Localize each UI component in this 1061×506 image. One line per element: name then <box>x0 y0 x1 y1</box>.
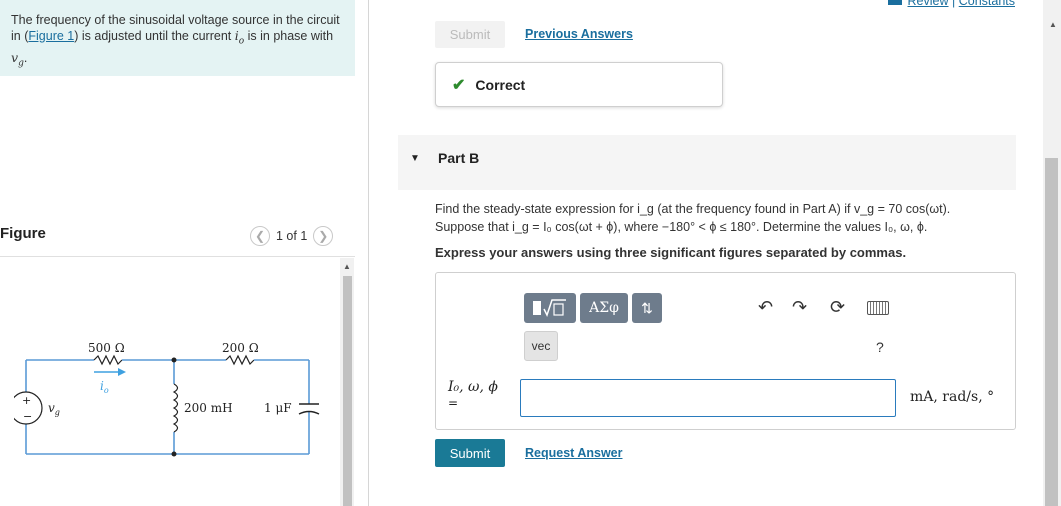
question-line-2: Suppose that i_g = I₀ cos(ωt + ϕ), where… <box>435 220 928 234</box>
source-label: vg <box>48 401 60 417</box>
inductor-label: 200 mH <box>184 401 233 415</box>
greek-symbols-button[interactable]: ΑΣφ <box>580 293 628 323</box>
capacitor-label: 1 μF <box>264 401 292 415</box>
part-b-title: Part B <box>438 150 480 166</box>
figure-scroll-thumb[interactable] <box>343 276 352 506</box>
column-divider <box>368 0 369 506</box>
correct-feedback: ✔ Correct <box>435 62 723 107</box>
scroll-up-arrow-icon[interactable]: ▲ <box>343 262 351 271</box>
r1-label: 500 Ω <box>88 341 125 355</box>
source-variable: vg <box>11 49 24 69</box>
left-column: The frequency of the sinusoidal voltage … <box>0 0 368 506</box>
figure-pager: ❮ 1 of 1 ❯ <box>250 226 334 246</box>
page-scrollbar[interactable]: ▲ <box>1043 0 1061 506</box>
collapse-caret-icon[interactable]: ▼ <box>410 153 420 164</box>
arrows-updown-icon[interactable]: ⇅ <box>632 293 662 323</box>
resistor-500-symbol <box>93 354 123 366</box>
vec-button[interactable]: vec <box>524 331 558 361</box>
header-links: Review | Constants <box>887 0 1015 8</box>
keyboard-icon[interactable] <box>867 301 889 315</box>
chevron-left-icon[interactable]: ❮ <box>250 226 270 246</box>
part-b-instruction: Express your answers using three signifi… <box>435 245 907 260</box>
review-link[interactable]: Review <box>908 0 949 8</box>
templates-icon[interactable] <box>524 293 576 323</box>
reset-icon[interactable]: ⟳ <box>830 297 845 318</box>
source-minus-label: − <box>23 410 32 423</box>
current-label: io <box>100 379 109 395</box>
r2-label: 200 Ω <box>222 341 259 355</box>
constants-link[interactable]: Constants <box>959 0 1015 8</box>
figure-divider <box>0 256 355 257</box>
current-arrow-head <box>118 368 126 376</box>
page-scroll-thumb[interactable] <box>1045 158 1058 506</box>
inductor-symbol <box>172 383 179 433</box>
part-b-submit-button[interactable]: Submit <box>435 439 505 467</box>
current-variable: io <box>234 28 245 47</box>
problem-text-2: ) is adjusted until the current <box>74 29 235 43</box>
part-b-question: Find the steady-state expression for i_g… <box>435 200 1015 236</box>
problem-text-4: . <box>23 50 28 65</box>
question-line-1: Find the steady-state expression for i_g… <box>435 202 951 216</box>
figure-scrollbar[interactable]: ▲ <box>340 258 354 506</box>
checkmark-icon: ✔ <box>452 76 466 94</box>
answer-units: mA, rad/s, ° <box>910 389 995 405</box>
answer-label: I₀, ω, ϕ = <box>448 379 498 410</box>
templates-glyph <box>533 299 566 317</box>
figure-heading: Figure <box>0 225 46 242</box>
problem-statement: The frequency of the sinusoidal voltage … <box>0 0 355 76</box>
source-plus-label: + <box>22 394 31 407</box>
part-a-submit-button[interactable]: Submit <box>435 21 505 48</box>
junction-bottom <box>171 451 177 457</box>
review-icon <box>887 0 902 5</box>
figure-page-count: 1 of 1 <box>276 229 308 243</box>
request-answer-link[interactable]: Request Answer <box>525 446 622 460</box>
scroll-up-arrow-icon[interactable]: ▲ <box>1049 20 1057 29</box>
figure-link[interactable]: Figure 1 <box>28 29 74 43</box>
junction-top <box>171 357 177 363</box>
redo-icon[interactable]: ↷ <box>792 297 807 318</box>
math-toolbar: ΑΣφ ⇅ <box>524 293 662 323</box>
chevron-right-icon[interactable]: ❯ <box>313 226 334 246</box>
answer-panel: ΑΣφ ⇅ vec ↶ ↷ ⟳ ? I₀, ω, ϕ = mA, rad/s, … <box>435 272 1016 430</box>
resistor-200-symbol <box>225 354 255 366</box>
previous-answers-link[interactable]: Previous Answers <box>525 27 633 41</box>
header-separator: | <box>951 0 956 8</box>
help-button[interactable]: ? <box>876 339 884 355</box>
circuit-diagram: 500 Ω 200 Ω io + − vg 200 mH 1 μF <box>14 341 320 457</box>
correct-label: Correct <box>475 76 526 93</box>
undo-icon[interactable]: ↶ <box>758 297 773 318</box>
part-b-header[interactable]: ▼ Part B <box>398 135 1016 190</box>
problem-text-3: is in phase with <box>244 29 334 43</box>
answer-input[interactable] <box>520 379 896 417</box>
